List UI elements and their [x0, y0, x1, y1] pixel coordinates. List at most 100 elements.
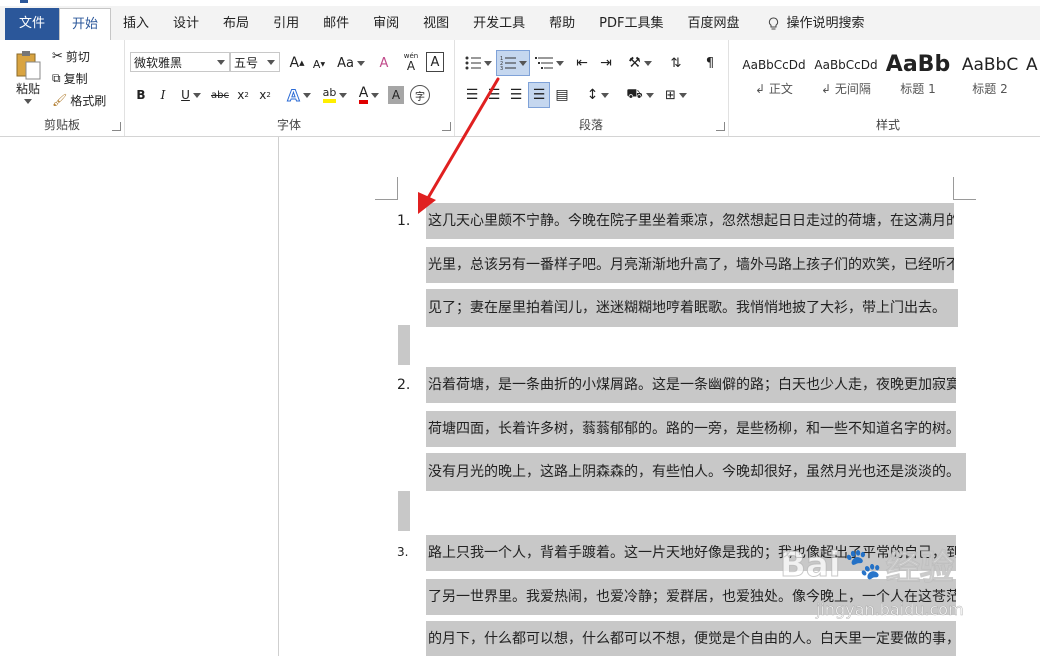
style-name: ↲ 正文 — [755, 82, 793, 96]
tab-baidu-pan[interactable]: 百度网盘 — [675, 8, 751, 40]
tab-review[interactable]: 审阅 — [361, 8, 411, 40]
align-center-icon: ☰ — [487, 87, 501, 103]
chevron-down-icon — [356, 60, 365, 66]
distributed-icon: ▤ — [555, 87, 569, 103]
change-case-button[interactable]: Aa — [336, 52, 366, 74]
subscript-button[interactable]: x2 — [234, 84, 252, 106]
style-heading-2[interactable]: AaBbC 标题 2 — [954, 50, 1026, 110]
shrink-font-icon: A — [312, 57, 321, 71]
tab-layout[interactable]: 布局 — [211, 8, 261, 40]
paragraph-launcher-icon[interactable] — [716, 122, 725, 131]
lightbulb-icon — [768, 17, 778, 30]
bullets-button[interactable] — [462, 52, 494, 74]
tab-references[interactable]: 引用 — [261, 8, 311, 40]
paragraph-mark-icon: ¶ — [705, 55, 715, 71]
font-size-select[interactable]: 五号 — [230, 52, 280, 72]
title-strip — [0, 0, 1040, 6]
show-marks-button[interactable]: ¶ — [700, 52, 720, 74]
italic-button[interactable]: I — [154, 84, 172, 106]
enclose-characters-button[interactable]: 字 — [410, 85, 430, 105]
text-line: 这几天心里颇不宁静。今晚在院子里坐着乘凉，忽然想起日日走过的荷塘，在这满月的 — [426, 203, 954, 239]
text-effects-icon: A — [287, 85, 300, 105]
strikethrough-icon: abc — [211, 89, 229, 101]
tab-mailings[interactable]: 邮件 — [311, 8, 361, 40]
align-right-button[interactable]: ☰ — [506, 84, 526, 106]
format-painter-label: 格式刷 — [70, 93, 107, 108]
phonetic-guide-button[interactable]: wén A — [400, 50, 422, 74]
multilevel-list-button[interactable] — [532, 52, 566, 74]
character-shading-button[interactable]: A — [388, 86, 404, 104]
tell-me-search[interactable]: 操作说明搜索 — [756, 8, 877, 40]
style-normal[interactable]: AaBbCcDd ↲ 正文 — [738, 50, 810, 110]
clipboard-group: 粘贴 ✂ 剪切 ⧉ 复制 🖌 格式刷 剪贴板 — [0, 40, 125, 136]
chinese-layout-button[interactable]: ⚒ — [624, 52, 656, 74]
tab-pdf-tools[interactable]: PDF工具集 — [587, 8, 675, 40]
phonetic-guide-icon: A — [406, 58, 416, 73]
document-page[interactable]: 1. 这几天心里颇不宁静。今晚在院子里坐着乘凉，忽然想起日日走过的荷塘，在这满月… — [279, 137, 1040, 656]
font-name-select[interactable]: 微软雅黑 — [130, 52, 230, 72]
enclose-characters-icon: 字 — [415, 91, 425, 103]
cut-label: 剪切 — [65, 49, 90, 64]
cut-button[interactable]: ✂ 剪切 — [52, 46, 90, 66]
clipboard-launcher-icon[interactable] — [112, 122, 121, 131]
borders-button[interactable]: ⊞ — [660, 84, 692, 106]
numbering-button[interactable]: 123 — [496, 50, 530, 76]
format-painter-button[interactable]: 🖌 格式刷 — [52, 90, 106, 110]
line-spacing-button[interactable]: ↕ — [582, 84, 614, 106]
clear-formatting-button[interactable]: A — [374, 52, 394, 74]
tab-home[interactable]: 开始 — [59, 8, 112, 41]
strikethrough-button[interactable]: abc — [208, 84, 232, 106]
underline-button[interactable]: U — [176, 84, 206, 106]
chevron-down-icon — [302, 92, 311, 98]
borders-icon: ⊞ — [665, 87, 676, 103]
styles-group: AaBbCcDd ↲ 正文 AaBbCcDd ↲ 无间隔 AaBb 标题 1 A… — [736, 40, 1040, 136]
align-left-button[interactable]: ☰ — [462, 84, 482, 106]
grow-font-button[interactable]: A ▲ — [288, 52, 306, 74]
list-number: 1. — [397, 213, 411, 229]
paragraph-group-label: 段落 — [578, 118, 603, 132]
tab-developer[interactable]: 开发工具 — [461, 8, 537, 40]
tab-file[interactable]: 文件 — [5, 8, 59, 40]
highlight-button[interactable]: ab — [318, 84, 352, 106]
bullet-list-icon — [465, 56, 481, 70]
ribbon-tabs: 文件 开始 插入 设计 布局 引用 邮件 审阅 视图 开发工具 帮助 PDF工具… — [0, 8, 877, 41]
tab-design[interactable]: 设计 — [161, 8, 211, 40]
font-color-button[interactable]: A — [354, 84, 384, 106]
decrease-indent-button[interactable]: ⇤ — [572, 52, 592, 74]
sort-button[interactable]: ⇅ — [666, 52, 686, 74]
align-left-icon: ☰ — [465, 87, 479, 103]
chevron-down-icon — [339, 92, 348, 98]
character-shading-icon: A — [391, 88, 401, 102]
bold-button[interactable]: B — [132, 84, 150, 106]
line-spacing-icon: ↕ — [586, 87, 599, 103]
list-number: 2. — [397, 377, 411, 393]
style-no-spacing[interactable]: AaBbCcDd ↲ 无间隔 — [810, 50, 882, 110]
decrease-indent-icon: ⇤ — [576, 55, 588, 71]
font-launcher-icon[interactable] — [442, 122, 451, 131]
tab-view[interactable]: 视图 — [411, 8, 461, 40]
style-more[interactable]: A — [1026, 50, 1040, 110]
chevron-down-icon — [483, 60, 492, 66]
shrink-font-button[interactable]: A ▼ — [310, 54, 328, 74]
superscript-button[interactable]: x2 — [256, 84, 274, 106]
margin-corner-left — [375, 177, 398, 200]
shading-button[interactable]: ⛟ — [624, 84, 656, 106]
chevron-down-icon — [217, 59, 225, 65]
style-heading-1[interactable]: AaBb 标题 1 — [882, 50, 954, 110]
chevron-down-icon — [645, 92, 654, 98]
align-center-button[interactable]: ☰ — [484, 84, 504, 106]
text-effects-button[interactable]: A — [284, 84, 314, 106]
tab-insert[interactable]: 插入 — [111, 8, 161, 40]
superscript-digit: 2 — [266, 91, 271, 99]
empty-paragraph-selection — [398, 491, 410, 531]
style-preview: A — [1026, 55, 1038, 75]
justify-button[interactable]: ☰ — [528, 82, 550, 108]
character-border-button[interactable]: A — [426, 52, 444, 72]
tab-help[interactable]: 帮助 — [537, 8, 587, 40]
style-preview: AaBbCcDd — [742, 58, 806, 72]
distributed-button[interactable]: ▤ — [552, 84, 572, 106]
increase-indent-button[interactable]: ⇥ — [596, 52, 616, 74]
copy-button[interactable]: ⧉ 复制 — [52, 68, 88, 88]
paste-button[interactable]: 粘贴 — [8, 46, 48, 108]
text-line: 沿着荷塘，是一条曲折的小煤屑路。这是一条幽僻的路；白天也少人走，夜晚更加寂寞。 — [426, 367, 956, 403]
